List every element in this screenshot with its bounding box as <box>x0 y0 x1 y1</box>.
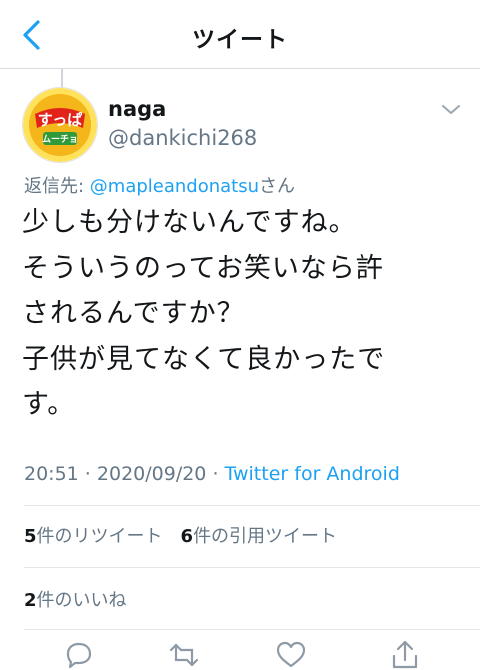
svg-text:すっぱ: すっぱ <box>38 111 82 129</box>
meta-separator: · <box>78 463 97 485</box>
tweet-line: 子供が見てなくて良かったで <box>22 343 386 375</box>
meta-separator: · <box>206 463 225 485</box>
tweet-text: 少しも分けないんですね。 そういうのってお笑いなら許 されるんですか？ 子供が見… <box>22 200 462 428</box>
reply-icon[interactable] <box>62 640 96 670</box>
tweet-line: そういうのってお笑いなら許 <box>22 252 384 284</box>
retweets-stat[interactable]: 5件のリツイート <box>24 526 163 547</box>
divider <box>24 505 480 506</box>
replying-to: 返信先: @mapleandonatsuさん <box>24 172 295 198</box>
retweets-count: 5 <box>24 526 37 547</box>
page-title: ツイート <box>192 27 288 53</box>
retweets-label: 件のリツイート <box>36 526 163 547</box>
engagement-stats: 5件のリツイート 6件の引用ツイート <box>24 522 337 548</box>
thread-connector <box>61 69 63 87</box>
top-bar: ツイート <box>0 0 480 69</box>
reply-suffix: さん <box>259 176 296 197</box>
quotes-label: 件の引用ツイート <box>193 526 338 547</box>
tweet-date: 2020/09/20 <box>96 463 207 485</box>
likes-stat[interactable]: 2件のいいね <box>24 586 127 612</box>
reply-prefix: 返信先: <box>24 176 90 197</box>
share-icon[interactable] <box>388 640 422 670</box>
quotes-stat[interactable]: 6件の引用ツイート <box>181 526 338 547</box>
tweet-source-link[interactable]: Twitter for Android <box>225 463 400 485</box>
tweet-line: す。 <box>22 389 76 420</box>
svg-text:ムーチョ: ムーチョ <box>42 134 78 145</box>
user-handle[interactable]: @dankichi268 <box>108 126 257 150</box>
tweet-meta: 20:51 · 2020/09/20 · Twitter for Android <box>24 463 400 485</box>
likes-count: 2 <box>24 590 37 611</box>
tweet-line: 少しも分けないんですね。 <box>22 207 357 238</box>
avatar-logo-image: すっぱ ムーチョ <box>23 88 97 162</box>
retweet-icon[interactable] <box>167 640 201 670</box>
likes-label: 件のいいね <box>36 590 127 611</box>
like-icon[interactable] <box>274 640 308 670</box>
avatar[interactable]: すっぱ ムーチョ <box>22 87 98 163</box>
divider <box>24 567 480 568</box>
divider <box>24 629 480 630</box>
chevron-down-icon[interactable] <box>437 101 465 119</box>
quotes-count: 6 <box>180 526 194 547</box>
reply-mention-link[interactable]: @mapleandonatsu <box>90 176 259 197</box>
tweet-time: 20:51 <box>24 463 79 485</box>
user-name[interactable]: naga <box>108 97 166 121</box>
tweet-line: されるんですか？ <box>22 298 245 329</box>
